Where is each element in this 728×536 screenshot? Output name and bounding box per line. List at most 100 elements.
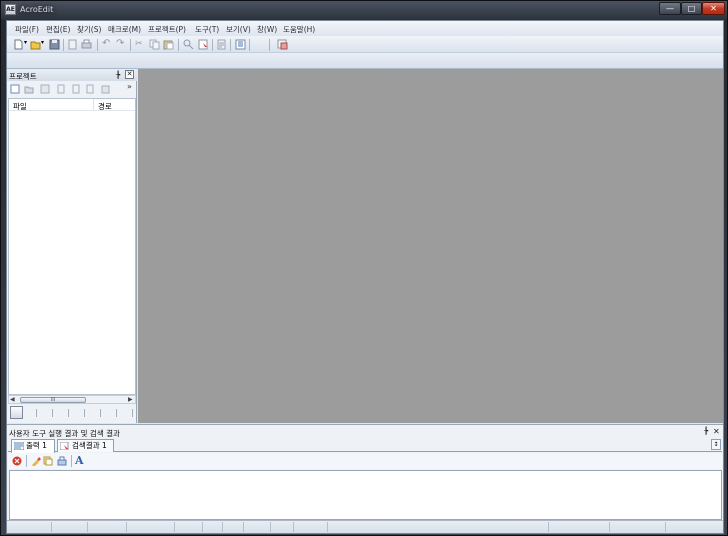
tab-divider — [84, 409, 85, 417]
stop-icon[interactable] — [12, 456, 22, 466]
panel-close-icon[interactable]: ✕ — [125, 70, 134, 79]
project-panel-header: 프로젝트 ╊ ✕ — [7, 69, 137, 81]
status-bar — [7, 520, 723, 533]
print-icon[interactable] — [81, 39, 92, 50]
tab-search-results-1[interactable]: 검색결과 1 — [57, 439, 114, 452]
menu-view[interactable]: 보기(V) — [226, 24, 251, 35]
list-icon[interactable] — [235, 39, 246, 50]
column-file[interactable]: 파일 — [13, 101, 27, 112]
print-preview-icon[interactable] — [67, 39, 78, 50]
scroll-right-icon[interactable]: ▶ — [128, 396, 133, 403]
secondary-toolbar — [7, 53, 723, 69]
tab-divider — [68, 409, 69, 417]
tab-divider — [100, 409, 101, 417]
panel-close-icon[interactable]: ✕ — [713, 427, 720, 436]
scroll-left-icon[interactable]: ◀ — [10, 396, 15, 403]
status-divider — [87, 522, 88, 532]
move-up-icon[interactable] — [85, 84, 95, 94]
status-divider — [126, 522, 127, 532]
tab-divider — [116, 409, 117, 417]
copy-icon[interactable] — [149, 39, 160, 50]
client-area: 파일(F) 편집(E) 찾기(S) 매크로(M) 프로젝트(P) 도구(T) 보… — [6, 20, 724, 534]
open-dropdown-icon[interactable]: ▾ — [41, 39, 46, 50]
project-panel: 프로젝트 ╊ ✕ » 파일 경로 ◀ III ▶ — [7, 69, 137, 423]
column-path[interactable]: 경로 — [98, 101, 112, 112]
status-divider — [665, 522, 666, 532]
find-icon[interactable] — [183, 39, 194, 50]
toolbar-separator — [63, 39, 64, 51]
undo-icon[interactable]: ↶ — [102, 39, 113, 50]
open-project-icon[interactable] — [24, 84, 34, 94]
toolbar-separator — [71, 455, 72, 467]
title-bar[interactable]: AE AcroEdit — □ ✕ — [1, 1, 727, 19]
menu-edit[interactable]: 편집(E) — [46, 24, 70, 35]
close-button[interactable]: ✕ — [702, 2, 725, 15]
tab-divider — [36, 409, 37, 417]
add-file-icon[interactable] — [40, 84, 50, 94]
output-tab-strip: 출력 1 검색결과 1 ↕ — [8, 438, 722, 453]
app-icon[interactable]: AE — [5, 4, 16, 15]
font-icon[interactable]: A — [75, 455, 85, 466]
status-divider — [293, 522, 294, 532]
print-output-icon[interactable] — [57, 456, 67, 466]
menu-help[interactable]: 도움말(H) — [283, 24, 315, 35]
tab-divider — [52, 409, 53, 417]
tab-search-results-1-label: 검색결과 1 — [72, 441, 107, 450]
toolbar-separator — [269, 39, 270, 51]
toolbar-separator — [130, 39, 131, 51]
document-icon[interactable] — [216, 39, 227, 50]
main-toolbar: ▾ ▾ ↶ ↷ ✂ — [7, 36, 723, 53]
output-text-area[interactable] — [9, 470, 722, 520]
horizontal-scrollbar[interactable]: ◀ III ▶ — [8, 395, 136, 404]
copy-output-icon[interactable] — [43, 456, 53, 466]
tab-divider — [132, 409, 133, 417]
menu-window[interactable]: 창(W) — [257, 24, 277, 35]
status-divider — [202, 522, 203, 532]
status-divider — [174, 522, 175, 532]
macro-record-icon[interactable] — [277, 39, 288, 50]
save-icon[interactable] — [49, 39, 60, 50]
app-window: AE AcroEdit — □ ✕ 파일(F) 편집(E) 찾기(S) 매크로(… — [0, 0, 728, 536]
project-toolbar: » — [7, 81, 137, 97]
remove-file-icon[interactable] — [71, 84, 81, 94]
clear-icon[interactable] — [31, 456, 41, 466]
new-file-icon[interactable] — [13, 39, 24, 50]
output-icon — [14, 442, 24, 450]
paste-icon[interactable] — [163, 39, 174, 50]
open-folder-icon[interactable] — [30, 39, 41, 50]
status-divider — [243, 522, 244, 532]
toolbar-separator — [249, 39, 250, 51]
add-folder-icon[interactable] — [56, 84, 66, 94]
pin-icon[interactable]: ╊ — [704, 427, 708, 435]
project-file-list[interactable]: 파일 경로 — [8, 98, 136, 395]
project-tab[interactable] — [10, 406, 23, 419]
overflow-chevron-icon[interactable]: » — [127, 82, 132, 91]
status-divider — [548, 522, 549, 532]
status-divider — [327, 522, 328, 532]
bookmark-icon[interactable] — [198, 39, 209, 50]
status-divider — [51, 522, 52, 532]
tab-output-1[interactable]: 출력 1 — [11, 439, 55, 453]
menu-tools[interactable]: 도구(T) — [195, 24, 219, 35]
cut-icon[interactable]: ✂ — [135, 39, 146, 50]
minimize-button[interactable]: — — [659, 2, 681, 15]
new-project-icon[interactable] — [10, 84, 20, 94]
new-dropdown-icon[interactable]: ▾ — [24, 39, 29, 50]
window-title: AcroEdit — [20, 5, 54, 14]
move-down-icon[interactable] — [100, 84, 110, 94]
status-divider — [609, 522, 610, 532]
tab-scroll-icon[interactable]: ↕ — [711, 439, 721, 450]
menu-file[interactable]: 파일(F) — [15, 24, 39, 35]
editor-area[interactable] — [138, 69, 723, 423]
column-divider[interactable] — [93, 99, 94, 110]
maximize-button[interactable]: □ — [681, 2, 702, 15]
toolbar-separator — [230, 39, 231, 51]
redo-icon[interactable]: ↷ — [116, 39, 127, 50]
pin-icon[interactable]: ╊ — [116, 71, 120, 79]
scroll-thumb[interactable]: III — [20, 397, 86, 403]
status-divider — [270, 522, 271, 532]
output-panel: 사용자 도구 실행 결과 및 검색 결과 ╊ ✕ 출력 1 검색결과 1 ↕ A — [7, 424, 723, 520]
menu-macro[interactable]: 매크로(M) — [108, 24, 141, 35]
menu-project[interactable]: 프로젝트(P) — [148, 24, 186, 35]
menu-find[interactable]: 찾기(S) — [77, 24, 101, 35]
